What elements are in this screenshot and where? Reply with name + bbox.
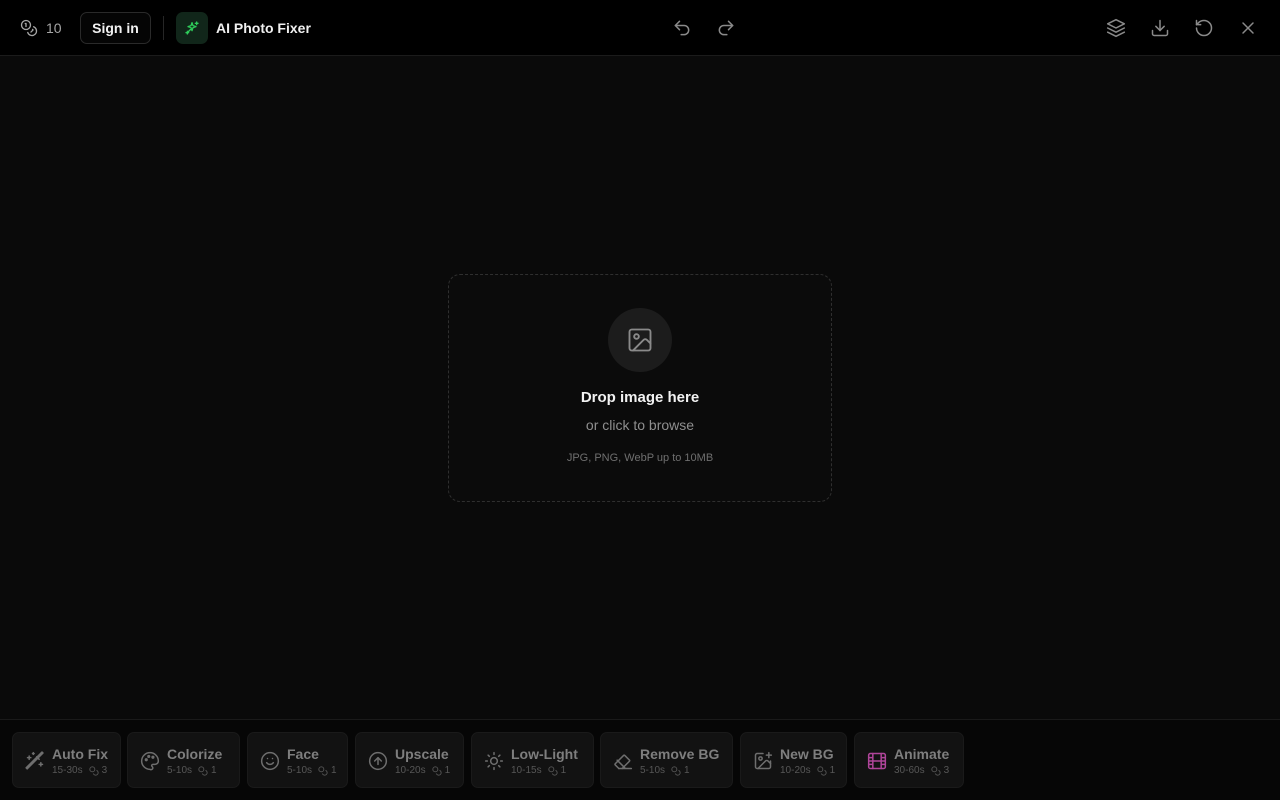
coins-icon: [816, 765, 827, 776]
image-icon: [608, 308, 672, 372]
tool-meta: 30-60s 3: [894, 765, 949, 776]
undo-icon[interactable]: [670, 16, 694, 40]
tool-cost: 1: [444, 765, 451, 776]
tool-low-light[interactable]: Low-Light 10-15s 1: [471, 732, 594, 788]
sign-in-button[interactable]: Sign in: [80, 12, 151, 44]
tool-label: Auto Fix: [52, 746, 108, 762]
tool-time: 5-10s: [167, 765, 193, 776]
file-format-hint: JPG, PNG, WebP up to 10MB: [566, 452, 714, 464]
tool-face[interactable]: Face 5-10s 1: [247, 732, 348, 788]
tool-cost: 1: [331, 765, 337, 776]
coins-icon: [88, 765, 99, 776]
tool-new-bg[interactable]: New BG 10-20s 1: [740, 732, 847, 788]
tool-cost: 1: [684, 765, 690, 776]
tool-time: 10-20s: [395, 765, 426, 776]
drop-title: Drop image here: [580, 389, 700, 406]
tool-label: Remove BG: [640, 746, 720, 762]
tool-meta: 10-20s 1: [395, 765, 450, 776]
tool-label: Face: [287, 746, 319, 762]
close-icon[interactable]: [1236, 16, 1260, 40]
coins-icon: [198, 765, 208, 776]
tool-cost: 1: [829, 765, 836, 776]
tool-meta: 5-10s 1: [167, 765, 217, 776]
tool-animate[interactable]: Animate 30-60s 3: [854, 732, 964, 788]
palette-icon: [140, 751, 160, 771]
tool-time: 30-60s: [894, 765, 925, 776]
coins-icon: [431, 765, 442, 776]
image-plus-icon: [754, 751, 773, 770]
tool-cost: 3: [101, 765, 108, 776]
tool-meta: 10-15s 1: [511, 765, 566, 776]
tool-meta: 5-10s 1: [287, 765, 337, 776]
credits-counter[interactable]: 10: [20, 18, 62, 38]
tool-remove-bg[interactable]: Remove BG 5-10s 1: [600, 732, 733, 788]
tool-time: 10-20s: [780, 765, 811, 776]
browse-link[interactable]: or click to browse: [449, 417, 831, 433]
tool-label: Animate: [894, 746, 950, 762]
tool-meta: 5-10s 1: [640, 765, 690, 776]
film-icon: [867, 752, 887, 770]
layers-icon[interactable]: [1104, 16, 1128, 40]
tools-toolbar: Auto Fix 15-30s 3 Colorize 5-10s 1 Face …: [0, 719, 1280, 800]
tool-label: Low-Light: [511, 746, 578, 762]
tool-cost: 3: [943, 765, 950, 776]
image-drop-zone[interactable]: Drop image here or click to browse JPG, …: [448, 274, 832, 502]
sun-icon: [484, 751, 504, 771]
tool-time: 10-15s: [511, 765, 542, 776]
coins-icon: [930, 765, 941, 776]
coins-icon: [318, 765, 328, 776]
tool-auto-fix[interactable]: Auto Fix 15-30s 3: [12, 732, 121, 788]
eraser-icon: [614, 754, 633, 770]
tool-meta: 15-30s 3: [52, 765, 107, 776]
tool-label: New BG: [780, 746, 834, 762]
sparkles-icon: [176, 12, 208, 44]
magic-wand-icon: [25, 751, 44, 770]
download-icon[interactable]: [1148, 16, 1172, 40]
tool-time: 15-30s: [52, 765, 83, 776]
tool-cost: 1: [560, 765, 567, 776]
coins-icon: [20, 19, 38, 37]
app-brand: AI Photo Fixer: [176, 12, 311, 44]
smile-icon: [260, 751, 280, 771]
arrow-up-circle-icon: [368, 751, 388, 771]
tool-upscale[interactable]: Upscale 10-20s 1: [355, 732, 464, 788]
top-bar: 10 Sign in AI Photo Fixer: [0, 0, 1280, 56]
coins-icon: [671, 765, 681, 776]
redo-icon[interactable]: [714, 16, 738, 40]
divider: [163, 16, 164, 40]
tool-cost: 1: [211, 765, 217, 776]
coins-icon: [547, 765, 558, 776]
tool-colorize[interactable]: Colorize 5-10s 1: [127, 732, 240, 788]
tool-label: Colorize: [167, 746, 223, 762]
tool-label: Upscale: [395, 746, 449, 762]
reset-icon[interactable]: [1192, 16, 1216, 40]
app-title: AI Photo Fixer: [216, 20, 311, 36]
tool-time: 5-10s: [640, 765, 666, 776]
credits-value: 10: [46, 20, 62, 36]
tool-time: 5-10s: [287, 765, 313, 776]
tool-meta: 10-20s 1: [780, 765, 835, 776]
